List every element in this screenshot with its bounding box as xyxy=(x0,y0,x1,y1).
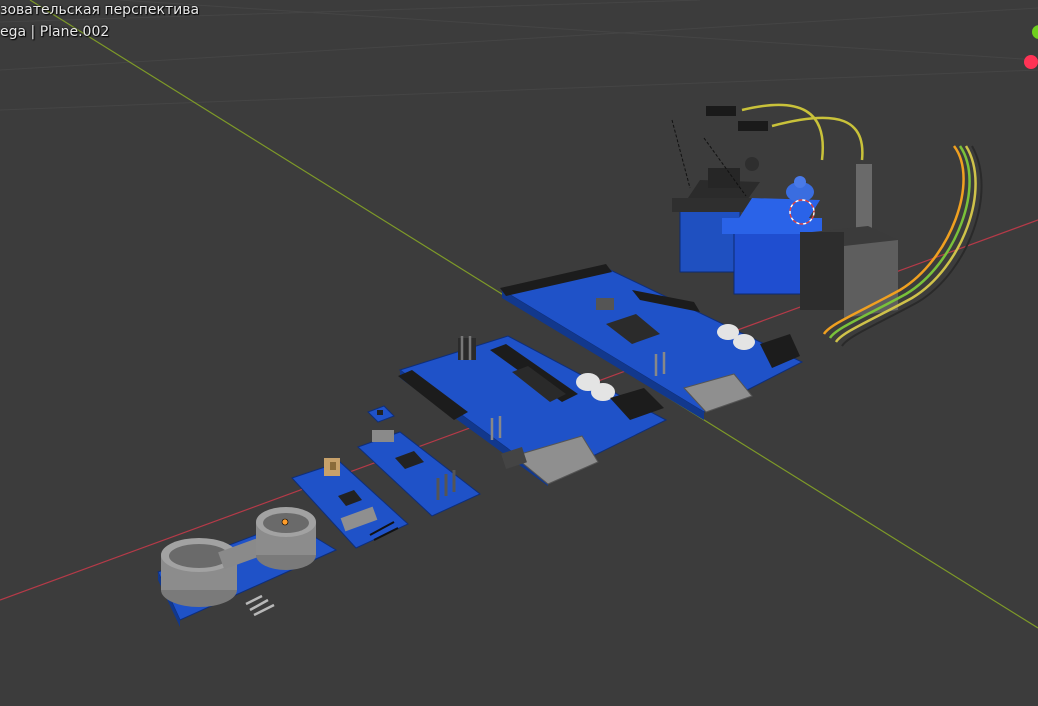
ultrasonic-sensor[interactable] xyxy=(157,507,338,627)
3d-viewport[interactable]: зовательская перспектива ega | Plane.002 xyxy=(0,0,1038,706)
viewport-object-info: ega | Plane.002 xyxy=(0,24,110,40)
stepper-motor[interactable] xyxy=(800,164,898,318)
tiny-module[interactable] xyxy=(367,405,395,423)
scene-canvas[interactable] xyxy=(0,0,1038,706)
viewport-view-name: зовательская перспектива xyxy=(0,2,200,18)
gizmo-x-axis-icon[interactable] xyxy=(1024,55,1038,69)
